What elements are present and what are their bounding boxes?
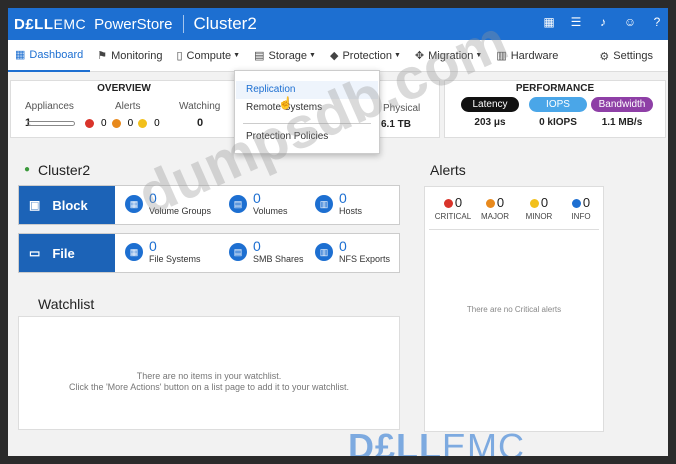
- help-icon[interactable]: ?: [650, 15, 664, 29]
- smb-shares-icon: ▤: [229, 243, 247, 261]
- compute-icon: ▯: [176, 50, 183, 62]
- alerts-divider: [429, 229, 599, 230]
- tab-hardware[interactable]: ▥ Hardware: [489, 40, 565, 72]
- tab-compute[interactable]: ▯ Compute ▼: [169, 40, 247, 72]
- file-systems-metric[interactable]: ▦ 0 File Systems: [125, 238, 201, 264]
- latency-pill[interactable]: Latency: [461, 97, 519, 112]
- status-dot-icon: ●: [24, 164, 31, 175]
- chevron-down-icon: ▼: [309, 52, 316, 59]
- overview-title: OVERVIEW: [97, 83, 151, 94]
- product-name: PowerStore: [94, 15, 173, 33]
- smb-shares-metric[interactable]: ▤ 0 SMB Shares: [229, 238, 304, 264]
- storage-icon: ▤: [254, 50, 265, 62]
- top-icons: ▦ ☰ ♪ ☺ ?: [542, 15, 664, 29]
- user-icon[interactable]: ☺: [623, 15, 637, 29]
- title-divider: [182, 15, 184, 33]
- minor-count[interactable]: 0 MINOR: [519, 195, 559, 221]
- info-icon: [571, 199, 581, 209]
- bandwidth-value: 1.1 MB/s: [601, 117, 643, 128]
- major-count[interactable]: 0 MAJOR: [475, 195, 515, 221]
- block-header[interactable]: ▣ Block: [19, 186, 115, 224]
- critical-count[interactable]: 0 CRITICAL: [433, 195, 473, 221]
- volume-groups-icon: ▦: [125, 195, 143, 213]
- chevron-down-icon: ▼: [475, 52, 483, 59]
- gear-icon: ⚙: [599, 50, 610, 63]
- bell-icon[interactable]: ♪: [596, 15, 610, 29]
- major-icon: [485, 199, 495, 209]
- critical-icon: [85, 119, 94, 128]
- alert-counts: 0 0 0: [85, 118, 160, 129]
- minor-icon: [138, 119, 148, 128]
- dashboard-icon: ▦: [15, 49, 26, 61]
- menu-divider: [243, 123, 371, 124]
- main-nav: ▦ Dashboard ⚑ Monitoring ▯ Compute ▼ ▤ Storag…: [8, 40, 668, 72]
- minor-icon: [529, 199, 539, 209]
- hand-cursor-icon: ☝: [278, 96, 293, 110]
- flag-icon: ⚑: [97, 50, 108, 62]
- tab-migration[interactable]: ✥ Migration ▼: [408, 40, 489, 72]
- top-bar: D£LLEMC PowerStore Cluster2 ▦ ☰ ♪ ☺ ?: [8, 8, 668, 40]
- alerts-title: Alerts: [430, 162, 466, 178]
- protection-dropdown-menu: Replication Remote Systems Protection Po…: [234, 70, 380, 154]
- cluster-title: Cluster2: [193, 14, 257, 33]
- cluster-section-title: Cluster2: [38, 162, 91, 178]
- tab-dashboard[interactable]: ▦ Dashboard: [8, 40, 91, 72]
- nfs-exports-icon: ▥: [315, 243, 333, 261]
- tab-monitoring[interactable]: ⚑ Monitoring: [90, 40, 169, 72]
- watchlist-panel: There are no items in your watchlist. Cl…: [18, 316, 400, 430]
- watching-value: 0: [197, 117, 204, 129]
- physical-label: Physical: [383, 103, 421, 114]
- info-count[interactable]: 0 INFO: [561, 195, 601, 221]
- menu-item-replication[interactable]: Replication: [246, 84, 295, 95]
- appliance-capacity-bar: [27, 121, 75, 126]
- alerts-label: Alerts: [115, 101, 141, 112]
- block-icon: ▣: [29, 198, 41, 212]
- hardware-icon: ▥: [496, 50, 507, 62]
- volumes-metric[interactable]: ▤ 0 Volumes: [229, 190, 288, 216]
- settings-button[interactable]: ⚙ Settings: [592, 40, 660, 72]
- migration-icon: ✥: [414, 50, 425, 62]
- dell-emc-logo: D£LLEMC: [14, 15, 87, 33]
- critical-icon: [443, 199, 453, 209]
- chevron-down-icon: ▼: [393, 52, 401, 59]
- iops-pill[interactable]: IOPS: [529, 97, 587, 112]
- hosts-icon: ▥: [315, 195, 333, 213]
- tab-protection[interactable]: ◆ Protection ▼: [323, 40, 408, 72]
- hosts-metric[interactable]: ▥ 0 Hosts: [315, 190, 362, 216]
- appliances-label: Appliances: [25, 101, 74, 112]
- file-row[interactable]: ▭ File ▦ 0 File Systems ▤ 0 SMB Shares ▥ 0 NFS …: [18, 233, 400, 273]
- latency-value: 203 μs: [474, 117, 506, 128]
- file-icon: ▭: [29, 246, 41, 260]
- overview-panel[interactable]: OVERVIEW Appliances 1 Alerts 0 0 0 Watch…: [10, 80, 238, 138]
- app-window: D£LLEMC PowerStore Cluster2 ▦ ☰ ♪ ☺ ? ▦ D…: [8, 8, 668, 456]
- performance-panel[interactable]: PERFORMANCE Latency IOPS Bandwidth 203 μ…: [444, 80, 666, 138]
- alerts-panel: 0 CRITICAL 0 MAJOR 0 MINOR 0 INFO There …: [424, 186, 604, 432]
- file-header[interactable]: ▭ File: [19, 234, 115, 272]
- shield-icon: ◆: [329, 50, 339, 62]
- block-row[interactable]: ▣ Block ▦ 0 Volume Groups ▤ 0 Volumes ▥ 0 Hosts: [18, 185, 400, 225]
- grid-icon[interactable]: ▦: [542, 15, 556, 29]
- iops-value: 0 kIOPS: [539, 117, 577, 128]
- file-systems-icon: ▦: [125, 243, 143, 261]
- menu-item-protection-policies[interactable]: Protection Policies: [246, 131, 328, 142]
- performance-title: PERFORMANCE: [515, 83, 595, 94]
- watchlist-empty-line2: Click the 'More Actions' button on a lis…: [68, 382, 350, 392]
- alerts-empty-message: There are no Critical alerts: [466, 305, 562, 314]
- physical-value: 6.1 TB: [381, 119, 412, 130]
- volumes-icon: ▤: [229, 195, 247, 213]
- volume-groups-metric[interactable]: ▦ 0 Volume Groups: [125, 190, 211, 216]
- watchlist-empty-line1: There are no items in your watchlist.: [136, 371, 282, 381]
- watchlist-title: Watchlist: [38, 296, 95, 312]
- dell-emc-watermark: D£LLEMC: [348, 426, 525, 456]
- tab-storage[interactable]: ▤ Storage ▼: [247, 40, 323, 72]
- major-icon: [111, 119, 121, 128]
- list-icon[interactable]: ☰: [569, 15, 583, 29]
- chevron-down-icon: ▼: [233, 52, 241, 59]
- watching-label: Watching: [179, 101, 221, 112]
- bandwidth-pill[interactable]: Bandwidth: [591, 97, 653, 112]
- nfs-exports-metric[interactable]: ▥ 0 NFS Exports: [315, 238, 390, 264]
